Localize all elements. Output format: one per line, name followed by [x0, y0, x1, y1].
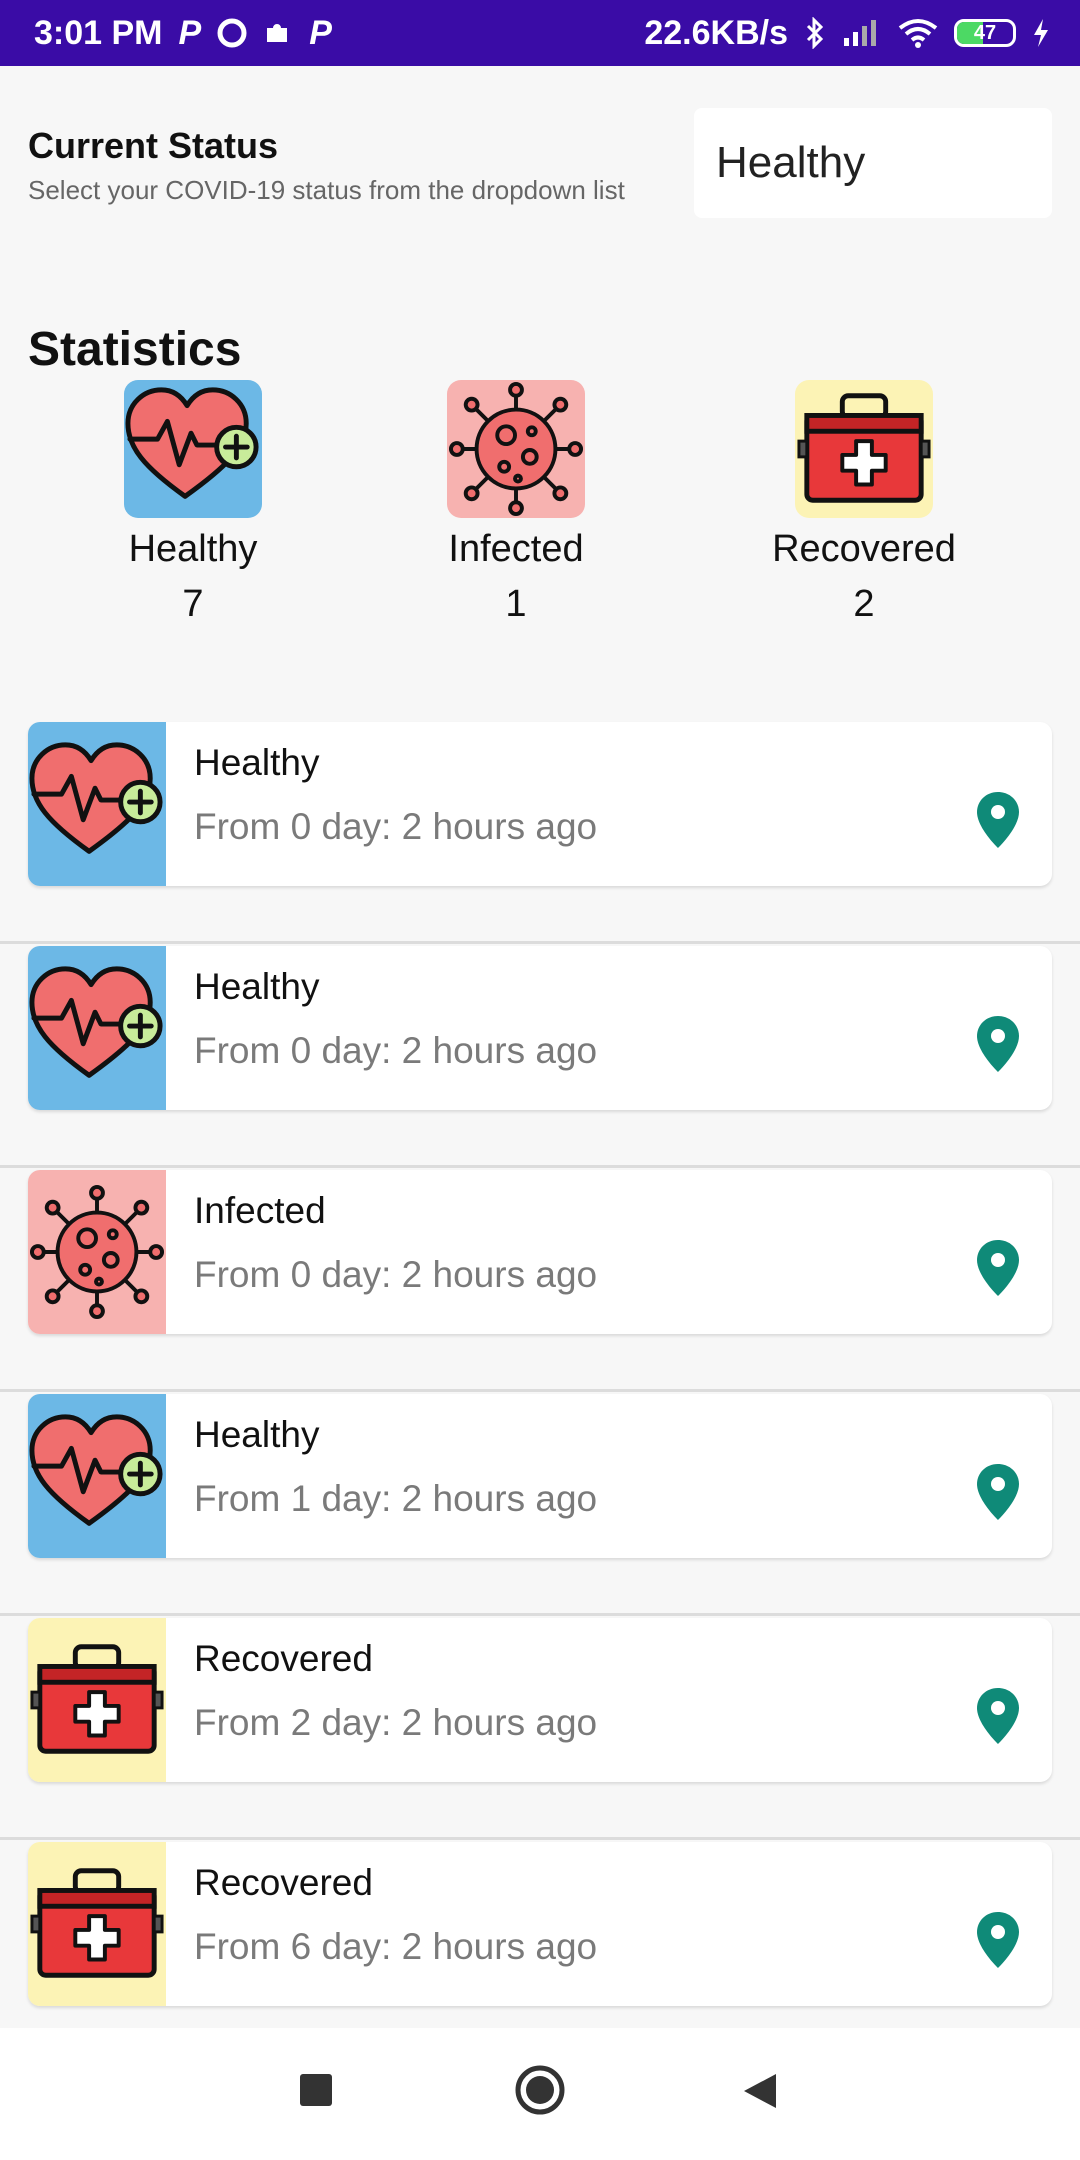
- opera-icon: [217, 18, 247, 48]
- stat-label: Healthy: [128, 528, 258, 570]
- clock: 3:01 PM: [34, 13, 163, 52]
- location-pin-icon[interactable]: [974, 790, 1022, 850]
- history-card[interactable]: Infected From 0 day: 2 hours ago: [28, 1170, 1052, 1334]
- history-status: Healthy: [194, 966, 320, 1007]
- list-item[interactable]: Healthy From 0 day: 2 hours ago: [0, 720, 1080, 944]
- history-time: From 1 day: 2 hours ago: [194, 1478, 598, 1519]
- home-button[interactable]: [514, 2064, 566, 2116]
- history-status: Infected: [194, 1190, 326, 1231]
- heart-plus-icon: [28, 722, 166, 886]
- status-history-list: Healthy From 0 day: 2 hours ago Healthy …: [0, 720, 1080, 2064]
- history-status: Recovered: [194, 1638, 373, 1679]
- list-item[interactable]: Healthy From 0 day: 2 hours ago: [0, 944, 1080, 1168]
- stat-count: 2: [853, 583, 875, 625]
- history-card[interactable]: Recovered From 6 day: 2 hours ago: [28, 1842, 1052, 2006]
- current-status-title: Current Status: [28, 125, 279, 166]
- back-button[interactable]: [742, 2072, 778, 2110]
- stat-healthy: Healthy 7: [63, 380, 323, 626]
- current-status-section: Current Status Select your COVID-19 stat…: [28, 125, 625, 206]
- status-dropdown-value: Healthy: [716, 138, 866, 187]
- current-status-subtitle: Select your COVID-19 status from the dro…: [28, 175, 625, 205]
- stat-count: 7: [182, 583, 204, 625]
- navigation-bar: [0, 2028, 1080, 2160]
- location-pin-icon[interactable]: [974, 1910, 1022, 1970]
- recents-button[interactable]: [298, 2072, 334, 2108]
- stat-count: 1: [505, 583, 527, 625]
- history-card[interactable]: Healthy From 1 day: 2 hours ago: [28, 1394, 1052, 1558]
- battery-icon: 47: [954, 19, 1016, 47]
- location-pin-icon[interactable]: [974, 1462, 1022, 1522]
- history-time: From 6 day: 2 hours ago: [194, 1926, 598, 1967]
- history-time: From 2 day: 2 hours ago: [194, 1702, 598, 1743]
- history-time: From 0 day: 2 hours ago: [194, 1254, 598, 1295]
- p-icon: P: [178, 13, 202, 52]
- bluetooth-icon: [804, 17, 826, 49]
- status-dropdown[interactable]: Healthy: [694, 108, 1052, 218]
- history-status: Healthy: [194, 1414, 320, 1455]
- signal-icon: [842, 18, 882, 48]
- stat-recovered: Recovered 2: [734, 380, 994, 626]
- stat-infected: Infected 1: [386, 380, 646, 626]
- p-icon: P: [309, 13, 332, 52]
- wifi-icon: [898, 18, 938, 48]
- history-status: Recovered: [194, 1862, 373, 1903]
- location-pin-icon[interactable]: [974, 1686, 1022, 1746]
- status-bar: 3:01 PM P P 22.6KB/s 47: [0, 0, 1080, 66]
- first-aid-kit-icon: [28, 1618, 166, 1782]
- virus-icon: [447, 380, 585, 518]
- list-item[interactable]: Healthy From 1 day: 2 hours ago: [0, 1392, 1080, 1616]
- list-item[interactable]: Recovered From 2 day: 2 hours ago: [0, 1616, 1080, 1840]
- network-speed: 22.6KB/s: [644, 13, 788, 52]
- history-status: Healthy: [194, 742, 320, 783]
- location-pin-icon[interactable]: [974, 1238, 1022, 1298]
- history-card[interactable]: Healthy From 0 day: 2 hours ago: [28, 722, 1052, 886]
- list-item[interactable]: Infected From 0 day: 2 hours ago: [0, 1168, 1080, 1392]
- statistics-title: Statistics: [28, 323, 242, 376]
- history-card[interactable]: Recovered From 2 day: 2 hours ago: [28, 1618, 1052, 1782]
- history-time: From 0 day: 2 hours ago: [194, 806, 598, 847]
- first-aid-kit-icon: [28, 1842, 166, 2006]
- location-pin-icon[interactable]: [974, 1014, 1022, 1074]
- stat-label: Recovered: [772, 528, 956, 570]
- virus-icon: [28, 1170, 166, 1334]
- puzzle-icon: [263, 18, 293, 48]
- heart-plus-icon: [28, 1394, 166, 1558]
- heart-plus-icon: [28, 946, 166, 1110]
- history-time: From 0 day: 2 hours ago: [194, 1030, 598, 1071]
- stat-label: Infected: [448, 528, 584, 570]
- charging-icon: [1032, 18, 1050, 48]
- heart-plus-icon: [124, 380, 262, 518]
- first-aid-kit-icon: [795, 380, 933, 518]
- history-card[interactable]: Healthy From 0 day: 2 hours ago: [28, 946, 1052, 1110]
